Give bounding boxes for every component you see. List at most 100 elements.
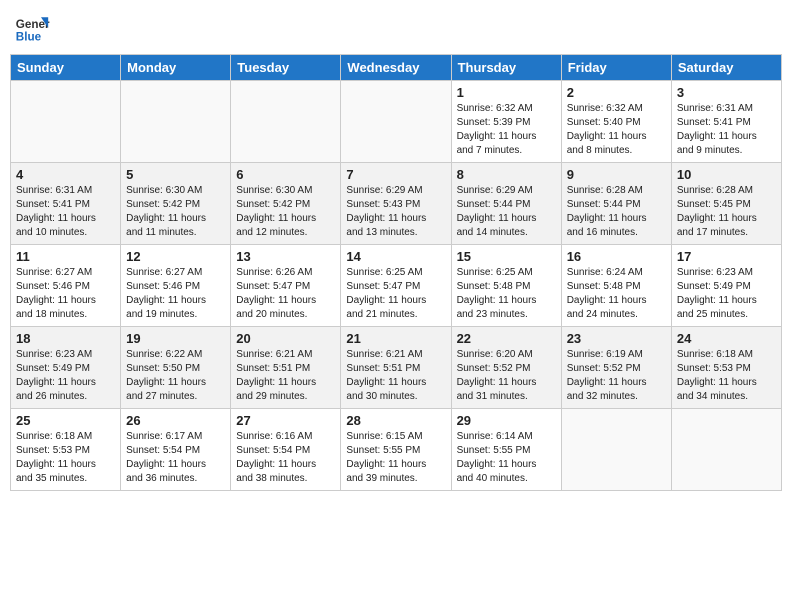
day-info: Sunrise: 6:30 AM Sunset: 5:42 PM Dayligh… [126, 184, 225, 240]
day-info: Sunrise: 6:30 AM Sunset: 5:42 PM Dayligh… [236, 184, 335, 240]
day-info: Sunrise: 6:23 AM Sunset: 5:49 PM Dayligh… [677, 266, 776, 322]
day-number: 9 [567, 167, 666, 182]
calendar-cell: 21 Sunrise: 6:21 AM Sunset: 5:51 PM Dayli… [341, 327, 451, 409]
calendar-week-row: 4 Sunrise: 6:31 AM Sunset: 5:41 PM Daylig… [11, 163, 782, 245]
day-number: 3 [677, 85, 776, 100]
calendar-cell [341, 81, 451, 163]
day-number: 10 [677, 167, 776, 182]
calendar-cell: 26 Sunrise: 6:17 AM Sunset: 5:54 PM Dayli… [121, 409, 231, 491]
day-info: Sunrise: 6:25 AM Sunset: 5:47 PM Dayligh… [346, 266, 445, 322]
calendar-cell: 18 Sunrise: 6:23 AM Sunset: 5:49 PM Dayli… [11, 327, 121, 409]
calendar-cell: 15 Sunrise: 6:25 AM Sunset: 5:48 PM Dayli… [451, 245, 561, 327]
day-header-saturday: Saturday [671, 55, 781, 81]
day-info: Sunrise: 6:15 AM Sunset: 5:55 PM Dayligh… [346, 430, 445, 486]
day-info: Sunrise: 6:29 AM Sunset: 5:44 PM Dayligh… [457, 184, 556, 240]
calendar-cell: 10Sunrise: 6:28 AM Sunset: 5:45 PM Dayli… [671, 163, 781, 245]
calendar-week-row: 1 Sunrise: 6:32 AM Sunset: 5:39 PM Daylig… [11, 81, 782, 163]
calendar-cell [121, 81, 231, 163]
day-number: 11 [16, 249, 115, 264]
day-info: Sunrise: 6:20 AM Sunset: 5:52 PM Dayligh… [457, 348, 556, 404]
calendar-cell: 3 Sunrise: 6:31 AM Sunset: 5:41 PM Daylig… [671, 81, 781, 163]
calendar-cell: 7Sunrise: 6:29 AM Sunset: 5:43 PM Daylig… [341, 163, 451, 245]
calendar-cell: 2Sunrise: 6:32 AM Sunset: 5:40 PM Daylig… [561, 81, 671, 163]
day-number: 2 [567, 85, 666, 100]
day-info: Sunrise: 6:21 AM Sunset: 5:51 PM Dayligh… [236, 348, 335, 404]
day-number: 28 [346, 413, 445, 428]
calendar-cell: 13 Sunrise: 6:26 AM Sunset: 5:47 PM Dayli… [231, 245, 341, 327]
day-header-friday: Friday [561, 55, 671, 81]
day-number: 15 [457, 249, 556, 264]
calendar-cell: 23 Sunrise: 6:19 AM Sunset: 5:52 PM Dayli… [561, 327, 671, 409]
day-info: Sunrise: 6:31 AM Sunset: 5:41 PM Dayligh… [677, 102, 776, 158]
calendar-cell: 9 Sunrise: 6:28 AM Sunset: 5:44 PM Daylig… [561, 163, 671, 245]
day-header-thursday: Thursday [451, 55, 561, 81]
day-number: 13 [236, 249, 335, 264]
day-number: 8 [457, 167, 556, 182]
day-info: Sunrise: 6:27 AM Sunset: 5:46 PM Dayligh… [126, 266, 225, 322]
calendar-cell [561, 409, 671, 491]
day-number: 25 [16, 413, 115, 428]
day-number: 18 [16, 331, 115, 346]
day-number: 12 [126, 249, 225, 264]
calendar-header-row: SundayMondayTuesdayWednesdayThursdayFrid… [11, 55, 782, 81]
day-number: 20 [236, 331, 335, 346]
calendar-cell: 1 Sunrise: 6:32 AM Sunset: 5:39 PM Daylig… [451, 81, 561, 163]
day-info: Sunrise: 6:22 AM Sunset: 5:50 PM Dayligh… [126, 348, 225, 404]
calendar-cell: 28 Sunrise: 6:15 AM Sunset: 5:55 PM Dayli… [341, 409, 451, 491]
day-info: Sunrise: 6:17 AM Sunset: 5:54 PM Dayligh… [126, 430, 225, 486]
day-info: Sunrise: 6:31 AM Sunset: 5:41 PM Dayligh… [16, 184, 115, 240]
day-number: 17 [677, 249, 776, 264]
day-number: 24 [677, 331, 776, 346]
calendar-week-row: 11 Sunrise: 6:27 AM Sunset: 5:46 PM Dayli… [11, 245, 782, 327]
day-header-sunday: Sunday [11, 55, 121, 81]
day-info: Sunrise: 6:16 AM Sunset: 5:54 PM Dayligh… [236, 430, 335, 486]
calendar-cell: 16 Sunrise: 6:24 AM Sunset: 5:48 PM Dayli… [561, 245, 671, 327]
calendar-cell: 19 Sunrise: 6:22 AM Sunset: 5:50 PM Dayli… [121, 327, 231, 409]
day-number: 4 [16, 167, 115, 182]
logo-icon: General Blue [14, 10, 50, 46]
day-number: 26 [126, 413, 225, 428]
calendar-cell: 17 Sunrise: 6:23 AM Sunset: 5:49 PM Dayli… [671, 245, 781, 327]
calendar-cell [671, 409, 781, 491]
day-info: Sunrise: 6:26 AM Sunset: 5:47 PM Dayligh… [236, 266, 335, 322]
day-info: Sunrise: 6:28 AM Sunset: 5:44 PM Dayligh… [567, 184, 666, 240]
day-number: 14 [346, 249, 445, 264]
day-header-tuesday: Tuesday [231, 55, 341, 81]
day-number: 29 [457, 413, 556, 428]
calendar-week-row: 18 Sunrise: 6:23 AM Sunset: 5:49 PM Dayli… [11, 327, 782, 409]
calendar-cell: 4 Sunrise: 6:31 AM Sunset: 5:41 PM Daylig… [11, 163, 121, 245]
day-info: Sunrise: 6:23 AM Sunset: 5:49 PM Dayligh… [16, 348, 115, 404]
calendar-cell: 6Sunrise: 6:30 AM Sunset: 5:42 PM Daylig… [231, 163, 341, 245]
svg-text:Blue: Blue [16, 31, 42, 44]
day-number: 16 [567, 249, 666, 264]
logo: General Blue [14, 10, 50, 46]
day-number: 27 [236, 413, 335, 428]
calendar-cell [231, 81, 341, 163]
calendar-cell: 29 Sunrise: 6:14 AM Sunset: 5:55 PM Dayli… [451, 409, 561, 491]
day-info: Sunrise: 6:25 AM Sunset: 5:48 PM Dayligh… [457, 266, 556, 322]
day-number: 1 [457, 85, 556, 100]
calendar-cell: 14 Sunrise: 6:25 AM Sunset: 5:47 PM Dayli… [341, 245, 451, 327]
day-number: 22 [457, 331, 556, 346]
day-number: 21 [346, 331, 445, 346]
calendar-cell: 20 Sunrise: 6:21 AM Sunset: 5:51 PM Dayli… [231, 327, 341, 409]
calendar-cell: 5Sunrise: 6:30 AM Sunset: 5:42 PM Daylig… [121, 163, 231, 245]
calendar-cell [11, 81, 121, 163]
day-number: 19 [126, 331, 225, 346]
calendar-cell: 12 Sunrise: 6:27 AM Sunset: 5:46 PM Dayli… [121, 245, 231, 327]
calendar-cell: 25 Sunrise: 6:18 AM Sunset: 5:53 PM Dayli… [11, 409, 121, 491]
calendar-table: SundayMondayTuesdayWednesdayThursdayFrid… [10, 54, 782, 491]
calendar-cell: 11 Sunrise: 6:27 AM Sunset: 5:46 PM Dayli… [11, 245, 121, 327]
day-info: Sunrise: 6:19 AM Sunset: 5:52 PM Dayligh… [567, 348, 666, 404]
day-info: Sunrise: 6:27 AM Sunset: 5:46 PM Dayligh… [16, 266, 115, 322]
calendar-cell: 22 Sunrise: 6:20 AM Sunset: 5:52 PM Dayli… [451, 327, 561, 409]
calendar-cell: 24Sunrise: 6:18 AM Sunset: 5:53 PM Dayli… [671, 327, 781, 409]
day-info: Sunrise: 6:21 AM Sunset: 5:51 PM Dayligh… [346, 348, 445, 404]
day-info: Sunrise: 6:24 AM Sunset: 5:48 PM Dayligh… [567, 266, 666, 322]
day-info: Sunrise: 6:18 AM Sunset: 5:53 PM Dayligh… [16, 430, 115, 486]
day-info: Sunrise: 6:14 AM Sunset: 5:55 PM Dayligh… [457, 430, 556, 486]
day-number: 23 [567, 331, 666, 346]
calendar-cell: 27 Sunrise: 6:16 AM Sunset: 5:54 PM Dayli… [231, 409, 341, 491]
calendar-week-row: 25 Sunrise: 6:18 AM Sunset: 5:53 PM Dayli… [11, 409, 782, 491]
day-info: Sunrise: 6:32 AM Sunset: 5:39 PM Dayligh… [457, 102, 556, 158]
